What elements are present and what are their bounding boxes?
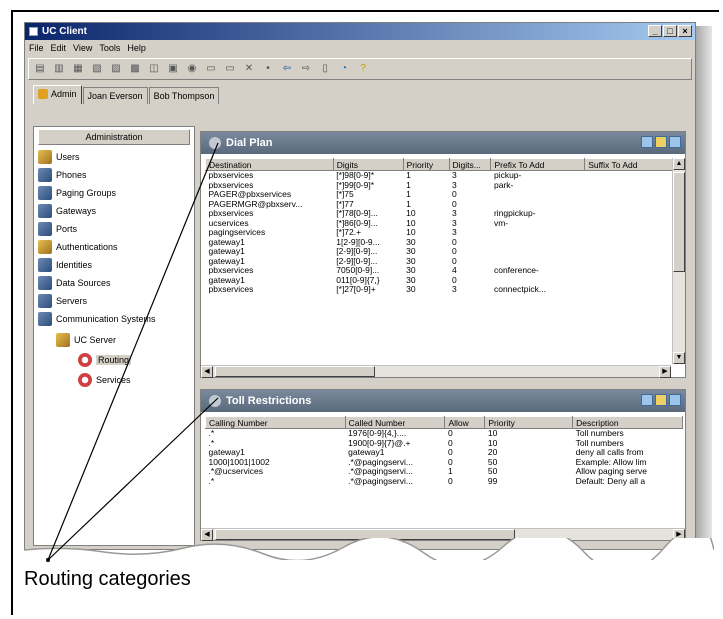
caption-routing-categories: Routing categories: [24, 568, 191, 590]
callout-lines: [46, 142, 219, 562]
callout-origin-dot: [46, 558, 50, 562]
callout-line-toll: [47, 397, 219, 561]
callout-line-dial-plan: [47, 142, 219, 561]
